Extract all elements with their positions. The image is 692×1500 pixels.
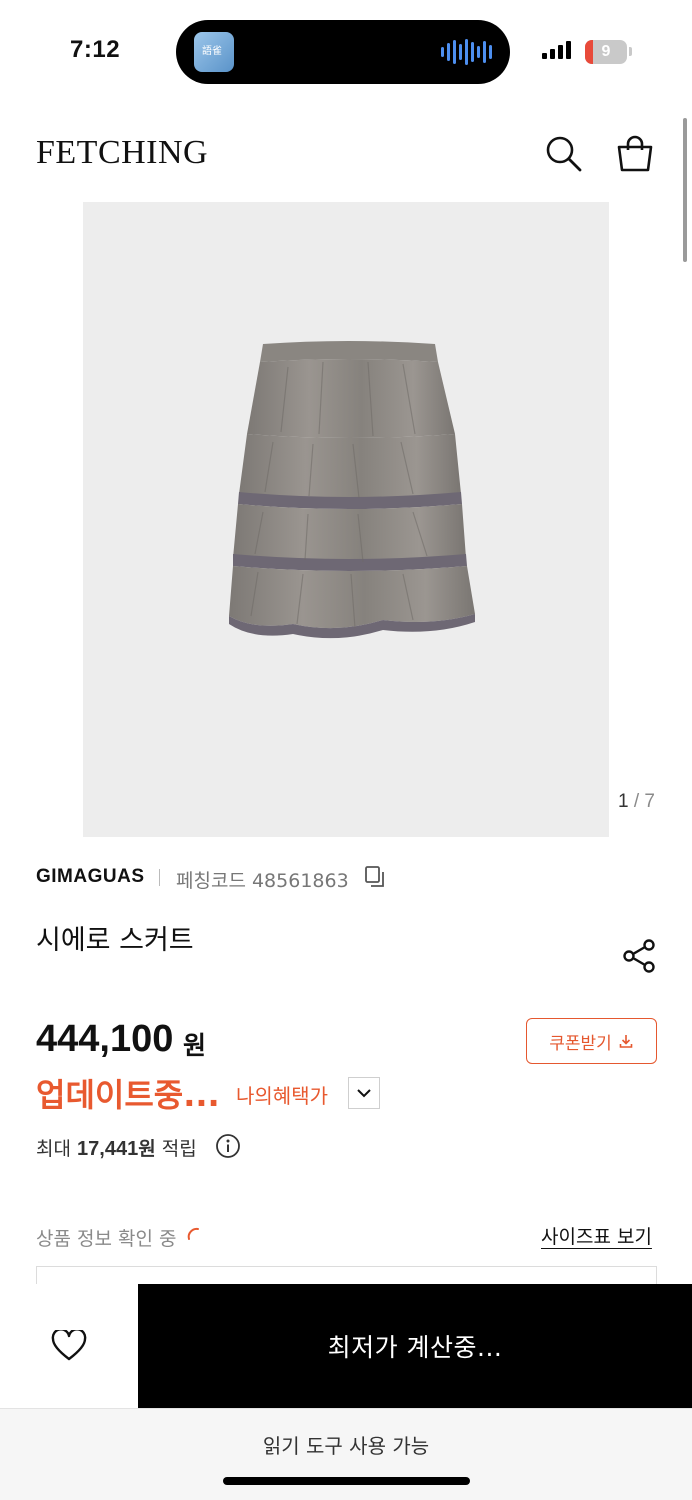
brand-divider — [159, 869, 160, 886]
page-scrollbar[interactable] — [683, 118, 687, 262]
status-time: 7:12 — [70, 36, 121, 63]
wishlist-button[interactable] — [0, 1284, 138, 1408]
brand-name[interactable]: GIMAGUAS — [36, 866, 145, 888]
skirt-illustration — [229, 341, 475, 639]
benefit-price-updating: 업데이트중... — [36, 1076, 220, 1114]
chevron-down-icon — [357, 1089, 371, 1098]
dynamic-island[interactable]: 語雀 — [176, 20, 510, 84]
image-counter: 1 / 7 — [618, 791, 655, 813]
product-price: 444,100 — [36, 1018, 174, 1060]
product-name: 시에로 스커트 — [36, 925, 194, 956]
reader-tools-label: 읽기 도구 사용 가능 — [262, 1434, 430, 1458]
heart-icon — [51, 1330, 87, 1361]
copy-icon[interactable] — [364, 865, 386, 889]
share-icon[interactable] — [622, 938, 658, 974]
points-suffix: 적립 — [161, 1138, 197, 1160]
size-chart-link[interactable]: 사이즈표 보기 — [541, 1222, 652, 1249]
now-playing-thumbnail: 語雀 — [194, 32, 234, 72]
purchase-button-label: 최저가 계산중... — [327, 1333, 503, 1362]
coupon-download-button[interactable]: 쿠폰받기 — [526, 1018, 657, 1064]
signal-icon — [542, 41, 571, 59]
download-icon — [619, 1035, 633, 1048]
points-prefix: 최대 — [36, 1138, 71, 1160]
fetching-logo[interactable]: FETCHING — [36, 134, 208, 172]
benefit-expand-button[interactable] — [348, 1077, 380, 1109]
purchase-button[interactable]: 최저가 계산중... — [138, 1284, 692, 1408]
loading-spinner-icon — [186, 1226, 202, 1242]
product-code: 페칭코드 48561863 — [176, 870, 349, 892]
coupon-button-label: 쿠폰받기 — [549, 1033, 612, 1054]
audio-wave-icon — [441, 38, 492, 66]
shopping-bag-icon[interactable] — [614, 134, 656, 174]
image-counter-current: 1 — [618, 791, 629, 812]
image-counter-separator: / — [633, 791, 640, 812]
points-value: 17,441 — [77, 1138, 139, 1160]
now-playing-thumbnail-text: 語雀 — [202, 46, 222, 57]
points-unit: 원 — [138, 1138, 156, 1160]
battery-level: 9 — [601, 43, 611, 60]
battery-low-indicator — [585, 40, 593, 64]
reward-points: 최대 17,441원 적립 — [36, 1134, 197, 1161]
home-indicator[interactable] — [223, 1477, 470, 1485]
product-image[interactable] — [83, 202, 609, 837]
price-unit: 원 — [183, 1031, 207, 1060]
info-icon[interactable] — [215, 1133, 241, 1159]
battery-cap — [629, 47, 632, 56]
product-info-checking: 상품 정보 확인 중 — [36, 1228, 177, 1250]
search-icon[interactable] — [544, 134, 584, 174]
image-counter-total: 7 — [644, 791, 655, 812]
my-benefit-price-label[interactable]: 나의혜택가 — [236, 1080, 328, 1109]
